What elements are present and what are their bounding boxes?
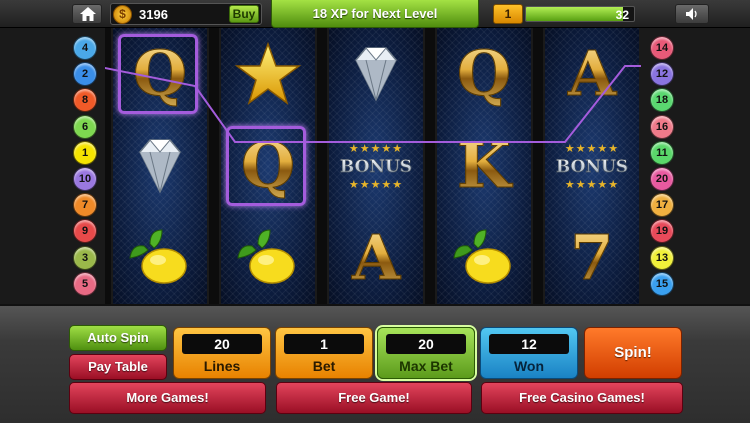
coin-icon: $ [113,5,132,24]
payline-indicator-right[interactable]: 17 [650,193,674,218]
more-games-button[interactable]: More Games! [69,382,266,414]
payline-indicator-right[interactable]: 18 [650,88,674,113]
lemon-symbol [221,212,315,304]
card-glyph: Q [113,28,207,120]
lemon-symbol [437,212,531,304]
won-display: 12 Won [480,327,578,379]
card-symbol: Q [221,120,315,212]
pay-table-button[interactable]: Pay Table [69,354,167,380]
xp-bar-fill [526,7,624,21]
reel-5: A ★★★★★ BONUS ★★★★★ 7 [543,28,641,304]
level-progress: 1 32 [493,4,638,24]
xp-message: 18 XP for Next Level [271,0,479,28]
payline-indicator-left[interactable]: 5 [73,271,97,296]
card-glyph: A [329,212,423,304]
lemon-icon [237,229,295,284]
card-glyph: Q [437,28,531,120]
diamond-symbol [113,120,207,212]
card-symbol: A [329,212,423,304]
card-symbol: 7 [545,212,639,304]
lemon-icon [453,229,511,284]
buy-button[interactable]: Buy [229,5,259,23]
payline-indicator-left[interactable]: 3 [73,245,97,270]
spin-button[interactable]: Spin! [584,327,682,379]
bonus-symbol: ★★★★★ BONUS ★★★★★ [545,120,639,212]
star-icon [234,41,302,105]
payline-indicator-left[interactable]: 7 [73,193,97,218]
payline-indicator-left[interactable]: 9 [73,219,97,244]
payline-indicator-left[interactable]: 8 [73,88,97,113]
bonus-stars-top: ★★★★★ [348,143,404,155]
lemon-icon [129,229,187,284]
xp-bar: 32 [525,6,635,22]
card-glyph: A [545,28,639,120]
max-bet-button[interactable]: 20 Max Bet [377,327,475,379]
payline-indicator-left[interactable]: 2 [73,62,97,87]
card-symbol: A [545,28,639,120]
bonus-stars-top: ★★★★★ [564,143,620,155]
reel-3: ★★★★★ BONUS ★★★★★ A [327,28,425,304]
payline-indicator-right[interactable]: 11 [650,140,674,165]
home-icon [80,7,96,21]
payline-indicator-right[interactable]: 19 [650,219,674,244]
bonus-label: BONUS [329,156,423,178]
payline-indicators-right: 14 12 18 16 11 20 17 19 13 15 [650,36,676,298]
payline-indicator-right[interactable]: 12 [650,62,674,87]
card-glyph: K [437,120,531,212]
lines-value: 20 [182,334,262,354]
diamond-icon [355,47,397,102]
home-button[interactable] [72,4,102,24]
payline-indicator-right[interactable]: 15 [650,271,674,296]
payline-indicator-right[interactable]: 14 [650,36,674,60]
bonus-stars-bottom: ★★★★★ [348,179,404,191]
bet-button[interactable]: 1 Bet [275,327,373,379]
bonus-stars-bottom: ★★★★★ [564,179,620,191]
reel-2: Q [219,28,317,304]
payline-indicator-left[interactable]: 4 [73,36,97,60]
bonus-symbol: ★★★★★ BONUS ★★★★★ [329,120,423,212]
card-symbol: Q [437,28,531,120]
bet-label: Bet [312,358,336,374]
max-bet-value: 20 [386,334,466,354]
auto-spin-button[interactable]: Auto Spin [69,325,167,351]
slot-reels: Q Q ★★★★★ BONUS ★★★★★ A Q K A ★★★★★ BONUS ★★★★★ 7 [105,28,641,304]
free-game-button[interactable]: Free Game! [276,382,472,414]
diamond-symbol [329,28,423,120]
payline-indicator-left[interactable]: 6 [73,114,97,139]
reel-1: Q [111,28,209,304]
card-glyph: 7 [545,212,639,304]
sound-button[interactable] [675,4,709,24]
won-value: 12 [489,334,569,354]
lines-button[interactable]: 20 Lines [173,327,271,379]
diamond-icon [139,139,181,194]
next-level: 32 [615,8,629,22]
bonus-label: BONUS [545,156,639,178]
payline-indicators-left: 4 2 8 6 1 10 7 9 3 5 [73,36,99,298]
lemon-symbol [113,212,207,304]
card-symbol: Q [113,28,207,120]
lines-label: Lines [203,358,241,374]
card-symbol: K [437,120,531,212]
payline-indicator-left[interactable]: 1 [73,140,97,165]
top-bar: $ 3196 Buy 18 XP for Next Level 1 32 [0,0,750,28]
payline-indicator-left[interactable]: 10 [73,166,97,191]
coin-balance: $ 3196 Buy [110,3,262,25]
bet-value: 1 [284,334,364,354]
reel-4: QK [435,28,533,304]
current-level: 1 [493,4,523,24]
max-bet-label: Max Bet [399,358,453,374]
card-glyph: Q [221,120,315,212]
coin-amount: 3196 [139,7,168,22]
payline-indicator-right[interactable]: 20 [650,166,674,191]
speaker-icon [686,8,697,20]
free-casino-games-button[interactable]: Free Casino Games! [481,382,683,414]
payline-indicator-right[interactable]: 13 [650,245,674,270]
won-label: Won [513,358,545,374]
star-symbol [221,28,315,120]
payline-indicator-right[interactable]: 16 [650,114,674,139]
